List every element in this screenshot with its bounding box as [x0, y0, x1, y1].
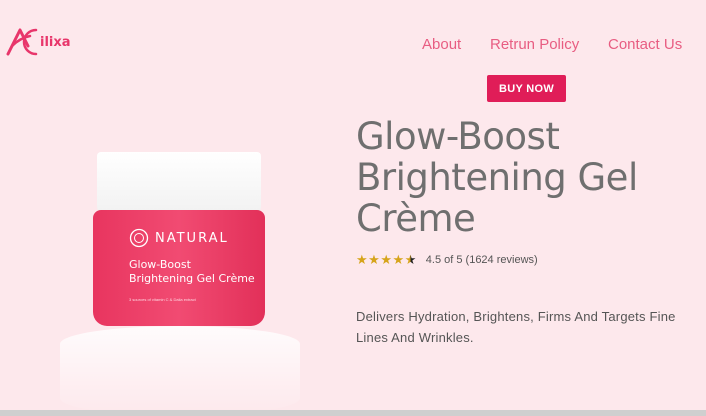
product-reflection — [60, 326, 300, 416]
brand-logo[interactable]: ilixa — [6, 24, 86, 60]
buy-now-button[interactable]: BUY NOW — [487, 75, 566, 102]
product-rating: ★ ★ ★ ★ ★ 4.5 of 5 (1624 reviews) — [356, 253, 538, 266]
rating-stars: ★ ★ ★ ★ ★ — [356, 253, 417, 266]
jar-brand-text: NATURAL — [155, 230, 229, 246]
rating-text: 4.5 of 5 (1624 reviews) — [425, 253, 538, 266]
jar-name-line1: Glow-Boost — [129, 258, 191, 271]
nav-about[interactable]: About — [422, 36, 461, 53]
logo-text: ilixa — [40, 35, 71, 50]
logo-mark-icon — [6, 28, 38, 56]
jar-product-name: Glow-Boost Brightening Gel Crème — [129, 258, 255, 286]
nav-contact[interactable]: Contact Us — [608, 36, 682, 53]
bottom-scroll-strip — [0, 410, 706, 416]
jar-subtext: 3 sources of vitamin C & Dalia extract — [129, 297, 196, 302]
half-star-icon: ★ — [404, 252, 417, 267]
product-title: Glow-Boost Brightening Gel Crème — [356, 115, 638, 240]
jar-logo: NATURAL — [129, 228, 229, 248]
lotus-icon — [129, 228, 149, 248]
nav-return-policy[interactable]: Retrun Policy — [490, 36, 579, 53]
product-image: NATURAL Glow-Boost Brightening Gel Crème… — [93, 210, 265, 326]
star-icon: ★ — [356, 252, 368, 267]
product-description: Delivers Hydration, Brightens, Firms And… — [356, 309, 676, 345]
jar-name-line2: Brightening Gel Crème — [129, 272, 255, 285]
jar-lid — [97, 152, 261, 216]
star-icon: ★ — [392, 252, 405, 267]
star-icon: ★ — [380, 252, 392, 267]
star-icon: ★ — [368, 252, 380, 267]
